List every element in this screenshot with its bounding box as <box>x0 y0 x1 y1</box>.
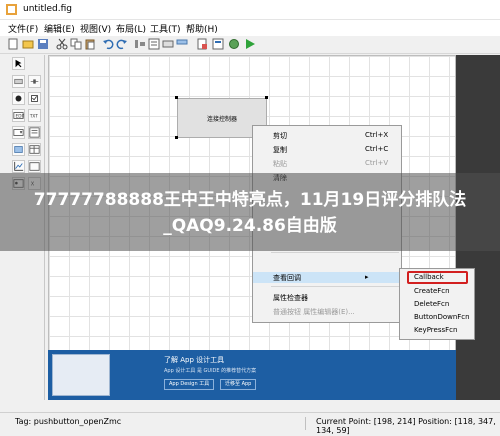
undo-icon[interactable] <box>102 38 114 50</box>
new-icon[interactable] <box>7 38 19 50</box>
svg-text:EDIT: EDIT <box>16 114 25 119</box>
submenu-callback[interactable]: Callback <box>414 273 444 281</box>
checkbox-tool-icon[interactable] <box>28 92 41 105</box>
property-inspector-icon[interactable] <box>212 38 224 50</box>
overlay-banner: 77777788888王中王中特亮点，11月19日评分排队法_QAQ9.24.8… <box>0 173 500 251</box>
select-tool-icon[interactable] <box>12 57 25 70</box>
ctx-property-editor[interactable]: 普通按钮 属性编辑器(E)... <box>253 306 401 317</box>
menu-file[interactable]: 文件(F) <box>8 22 38 35</box>
ctx-separator <box>271 252 399 253</box>
selection-handle[interactable] <box>175 136 178 139</box>
ctx-property-inspector[interactable]: 属性检查器 <box>253 292 401 303</box>
paste-icon[interactable] <box>84 38 96 50</box>
axes-tool-icon[interactable] <box>12 160 25 173</box>
listbox-tool-icon[interactable] <box>28 126 41 139</box>
menu-view[interactable]: 视图(V) <box>80 22 111 35</box>
menu-tools[interactable]: 工具(T) <box>150 22 181 35</box>
radio-tool-icon[interactable] <box>12 92 25 105</box>
app-designer-popup: 了解 App 设计工具 App 设计工具 是 GUIDE 的推荐替代方案 App… <box>48 350 456 400</box>
slider-tool-icon[interactable] <box>28 75 41 88</box>
edit-text-tool-icon[interactable]: EDIT <box>12 109 25 122</box>
submenu-buttondownfcn[interactable]: ButtonDownFcn <box>414 313 470 321</box>
copy-icon[interactable] <box>70 38 82 50</box>
ctx-view-callbacks[interactable]: 查看回调 ▸ <box>253 272 401 283</box>
popup-app-design-button[interactable]: App Design 工具 <box>164 379 215 390</box>
callback-submenu: Callback CreateFcn DeleteFcn ButtonDownF… <box>399 268 475 340</box>
matlab-figure-icon <box>6 4 17 15</box>
pushbutton-tool-icon[interactable] <box>12 75 25 88</box>
status-tag: Tag: pushbutton_openZmc <box>15 417 122 426</box>
run-icon[interactable] <box>244 38 256 50</box>
selection-handle[interactable] <box>265 96 268 99</box>
svg-text:TXT: TXT <box>29 114 38 119</box>
cut-icon[interactable] <box>56 38 68 50</box>
submenu-deletefcn[interactable]: DeleteFcn <box>414 300 449 308</box>
submenu-createfcn[interactable]: CreateFcn <box>414 287 450 295</box>
menu-edit[interactable]: 编辑(E) <box>44 22 75 35</box>
popup-menu-tool-icon[interactable] <box>12 126 25 139</box>
menu-bar: 文件(F) 编辑(E) 视图(V) 布局(L) 工具(T) 帮助(H) <box>0 20 500 36</box>
panel-tool-icon[interactable] <box>28 160 41 173</box>
overlay-banner-text: 77777788888王中王中特亮点，11月19日评分排队法_QAQ9.24.8… <box>33 190 467 236</box>
tab-order-icon[interactable] <box>162 38 174 50</box>
static-text-tool-icon[interactable]: TXT <box>28 109 41 122</box>
menu-layout[interactable]: 布局(L) <box>116 22 146 35</box>
save-icon[interactable] <box>37 38 49 50</box>
menu-help[interactable]: 帮助(H) <box>186 22 218 35</box>
submenu-keypressfcn[interactable]: KeyPressFcn <box>414 326 457 334</box>
object-browser-icon[interactable] <box>228 38 240 50</box>
selection-handle[interactable] <box>175 96 178 99</box>
toolbar-editor-icon[interactable] <box>176 38 188 50</box>
window-title: untitled.fig <box>23 4 72 14</box>
popup-description: App 设计工具 是 GUIDE 的推荐替代方案 <box>164 368 257 374</box>
submenu-arrow-icon: ▸ <box>365 273 369 281</box>
status-divider <box>305 417 306 430</box>
redo-icon[interactable] <box>116 38 128 50</box>
status-bar: Tag: pushbutton_openZmc Current Point: [… <box>0 412 500 436</box>
open-icon[interactable] <box>22 38 34 50</box>
align-icon[interactable] <box>134 38 146 50</box>
app-designer-thumbnail <box>52 354 110 396</box>
table-tool-icon[interactable] <box>28 143 41 156</box>
popup-migrate-button[interactable]: 迁移至 App <box>220 379 257 390</box>
mfile-editor-icon[interactable] <box>196 38 208 50</box>
ctx-paste[interactable]: 粘贴 Ctrl+V <box>253 158 401 169</box>
title-bar: untitled.fig <box>0 0 500 20</box>
toolbar <box>0 36 500 54</box>
popup-title: 了解 App 设计工具 <box>164 356 225 364</box>
ctx-separator <box>271 286 399 287</box>
ctx-copy[interactable]: 复制 Ctrl+C <box>253 144 401 155</box>
canvas-pushbutton-label: 连接控制器 <box>206 115 237 123</box>
toggle-tool-icon[interactable] <box>12 143 25 156</box>
ctx-cut[interactable]: 剪切 Ctrl+X <box>253 130 401 141</box>
guide-window: untitled.fig 文件(F) 编辑(E) 视图(V) 布局(L) 工具(… <box>0 0 500 436</box>
status-position: Current Point: [198, 214] Position: [118… <box>316 417 496 435</box>
menu-editor-icon[interactable] <box>148 38 160 50</box>
